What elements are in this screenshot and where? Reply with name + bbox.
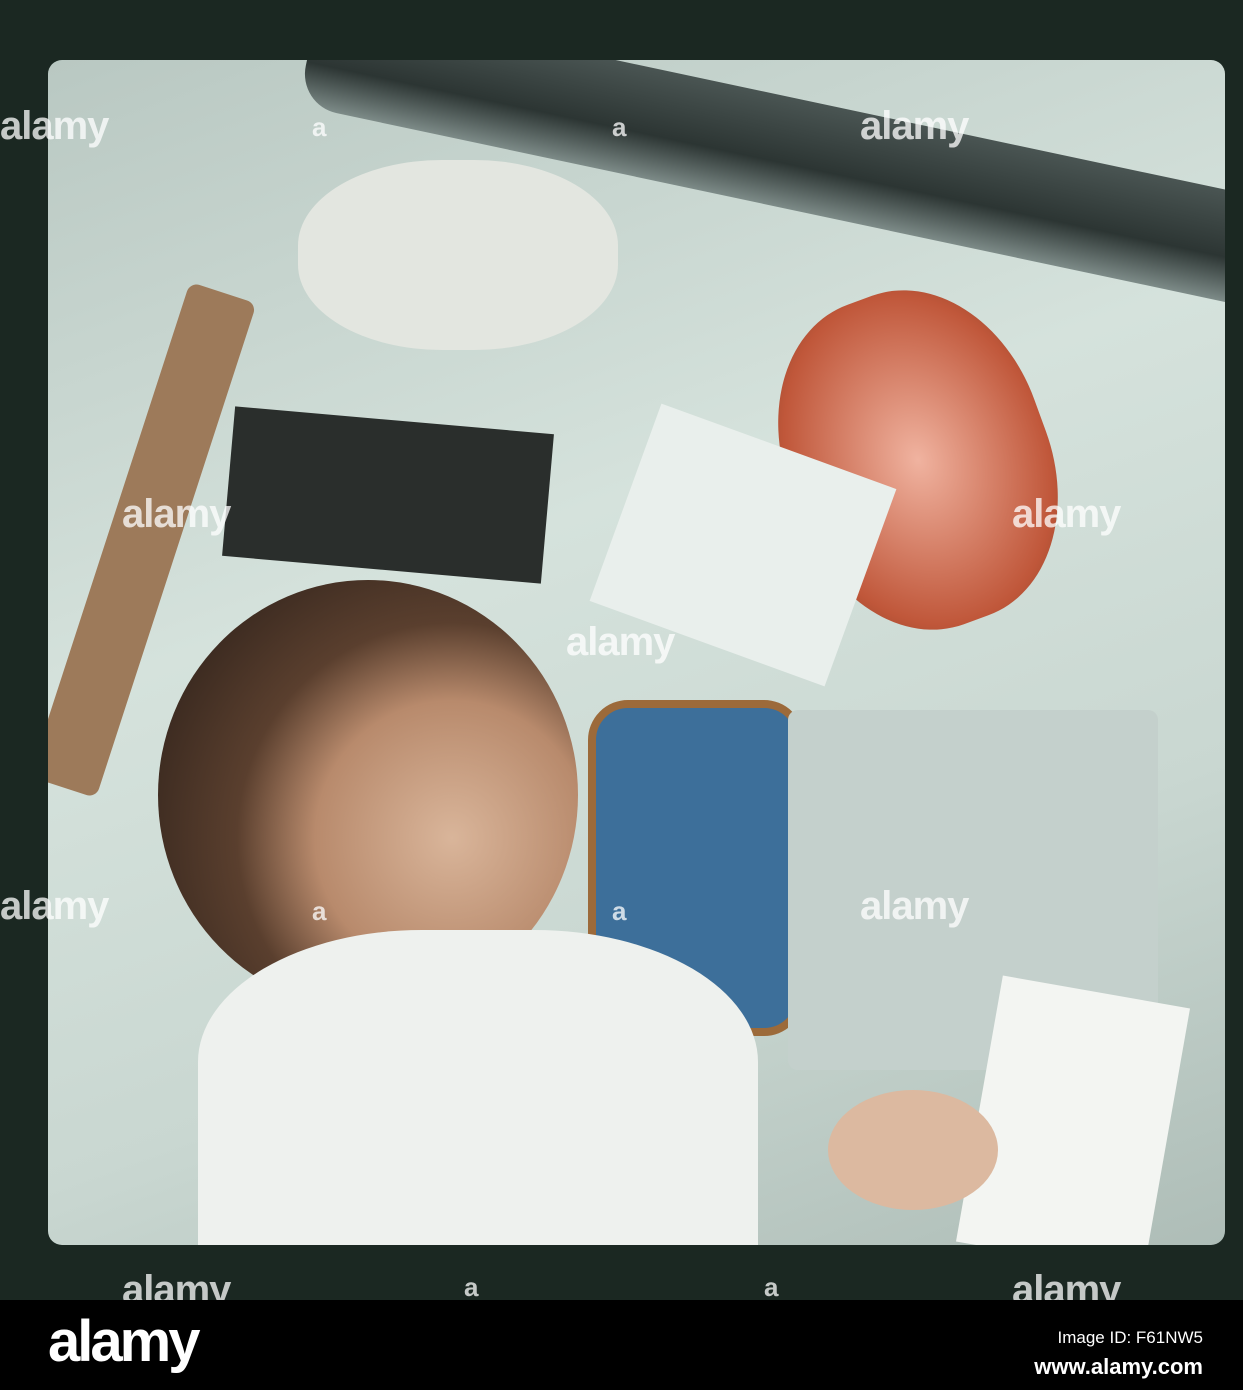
film-frame-border: alamy alamy alamy alamy alamy alamy alam… (0, 0, 1243, 1312)
watermark-mark: a (764, 1272, 779, 1302)
watermark-mark: a (464, 1272, 479, 1302)
astronaut-shirt (198, 930, 758, 1245)
dark-panel (222, 406, 554, 584)
watermark: alamy (566, 620, 675, 664)
watermark: alamy (860, 884, 969, 928)
image-id: Image ID: F61NW5 (1057, 1328, 1204, 1347)
watermark: alamy (1012, 492, 1121, 536)
helmet-bag (298, 160, 618, 350)
watermark: alamy (860, 104, 969, 148)
alamy-logo: alamy (48, 1309, 200, 1374)
watermark-mark: a (312, 112, 327, 142)
watermark: alamy (0, 884, 109, 928)
website-link[interactable]: www.alamy.com (1034, 1354, 1203, 1380)
footer-bar: alamy Image ID: F61NW5 www.alamy.com (0, 1300, 1243, 1390)
astronaut-hand (828, 1090, 998, 1210)
watermark: alamy (0, 104, 109, 148)
watermark-mark: a (612, 112, 627, 142)
watermark-mark: a (612, 896, 627, 926)
watermark-mark: a (312, 896, 327, 926)
watermark: alamy (122, 492, 231, 536)
